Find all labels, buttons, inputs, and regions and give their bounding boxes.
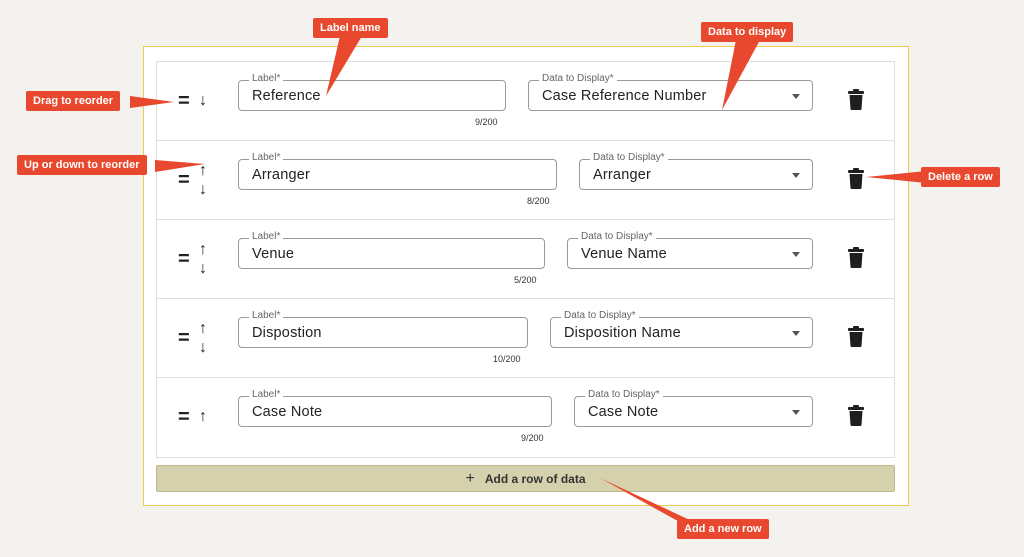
annotation-pointers	[130, 36, 926, 522]
label-name-callout: Label name	[313, 18, 388, 38]
drag-to-reorder-callout: Drag to reorder	[26, 91, 121, 111]
drag-to-reorder-pointer	[130, 96, 174, 108]
add-new-row-callout: Add a new row	[677, 519, 769, 539]
up-down-reorder-callout: Up or down to reorder	[17, 155, 147, 175]
delete-row-callout: Delete a row	[921, 167, 1000, 187]
label-name-pointer	[326, 36, 362, 96]
delete-row-pointer	[866, 171, 926, 183]
add-new-row-pointer	[600, 478, 694, 522]
data-to-display-callout: Data to display	[701, 22, 794, 42]
up-down-reorder-pointer	[155, 160, 205, 172]
data-to-display-pointer	[722, 40, 760, 110]
